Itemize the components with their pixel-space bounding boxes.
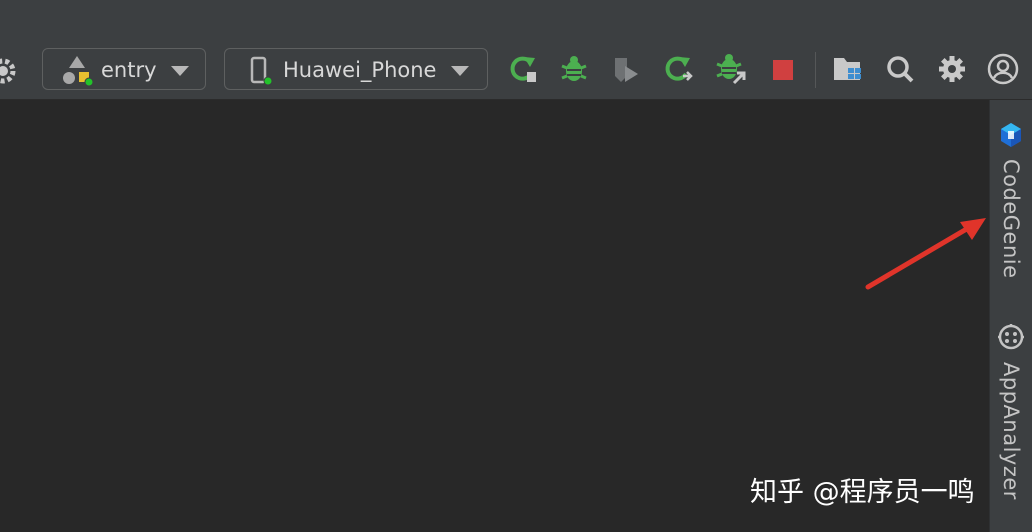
tool-tab-codegenie[interactable]: CodeGenie [990, 121, 1032, 279]
phone-device-icon [247, 56, 277, 90]
appanalyzer-icon [996, 322, 1026, 356]
device-label: Huawei_Phone [283, 58, 437, 82]
settings-icon[interactable] [935, 52, 969, 86]
codegenie-icon [998, 121, 1024, 153]
stop-icon[interactable] [765, 52, 799, 86]
toolbar-separator [815, 52, 816, 88]
chevron-down-icon [171, 66, 189, 76]
chevron-down-icon [451, 66, 469, 76]
tool-tab-appanalyzer[interactable]: AppAnalyzer [990, 322, 1032, 500]
partial-gear-icon[interactable] [0, 56, 18, 90]
main-toolbar: entry Huawei_Phone [0, 0, 1032, 100]
editor-area[interactable] [0, 100, 989, 532]
account-icon[interactable] [986, 52, 1020, 86]
module-config-icon [59, 54, 94, 90]
rerun-icon[interactable] [661, 52, 695, 86]
run-icon[interactable] [506, 52, 540, 86]
watermark-text: 知乎 @程序员一鸣 [750, 477, 975, 508]
project-structure-icon[interactable] [831, 52, 865, 86]
search-icon[interactable] [883, 52, 917, 86]
debug-icon[interactable] [557, 52, 591, 86]
run-config-selector[interactable]: entry [42, 48, 206, 90]
device-selector[interactable]: Huawei_Phone [224, 48, 488, 90]
profile-icon[interactable] [609, 52, 643, 86]
run-config-label: entry [101, 58, 157, 82]
appanalyzer-tab-label: AppAnalyzer [999, 362, 1023, 500]
annotation-arrow [865, 218, 986, 290]
attach-debugger-icon[interactable] [714, 52, 748, 86]
codegenie-tab-label: CodeGenie [999, 159, 1023, 279]
